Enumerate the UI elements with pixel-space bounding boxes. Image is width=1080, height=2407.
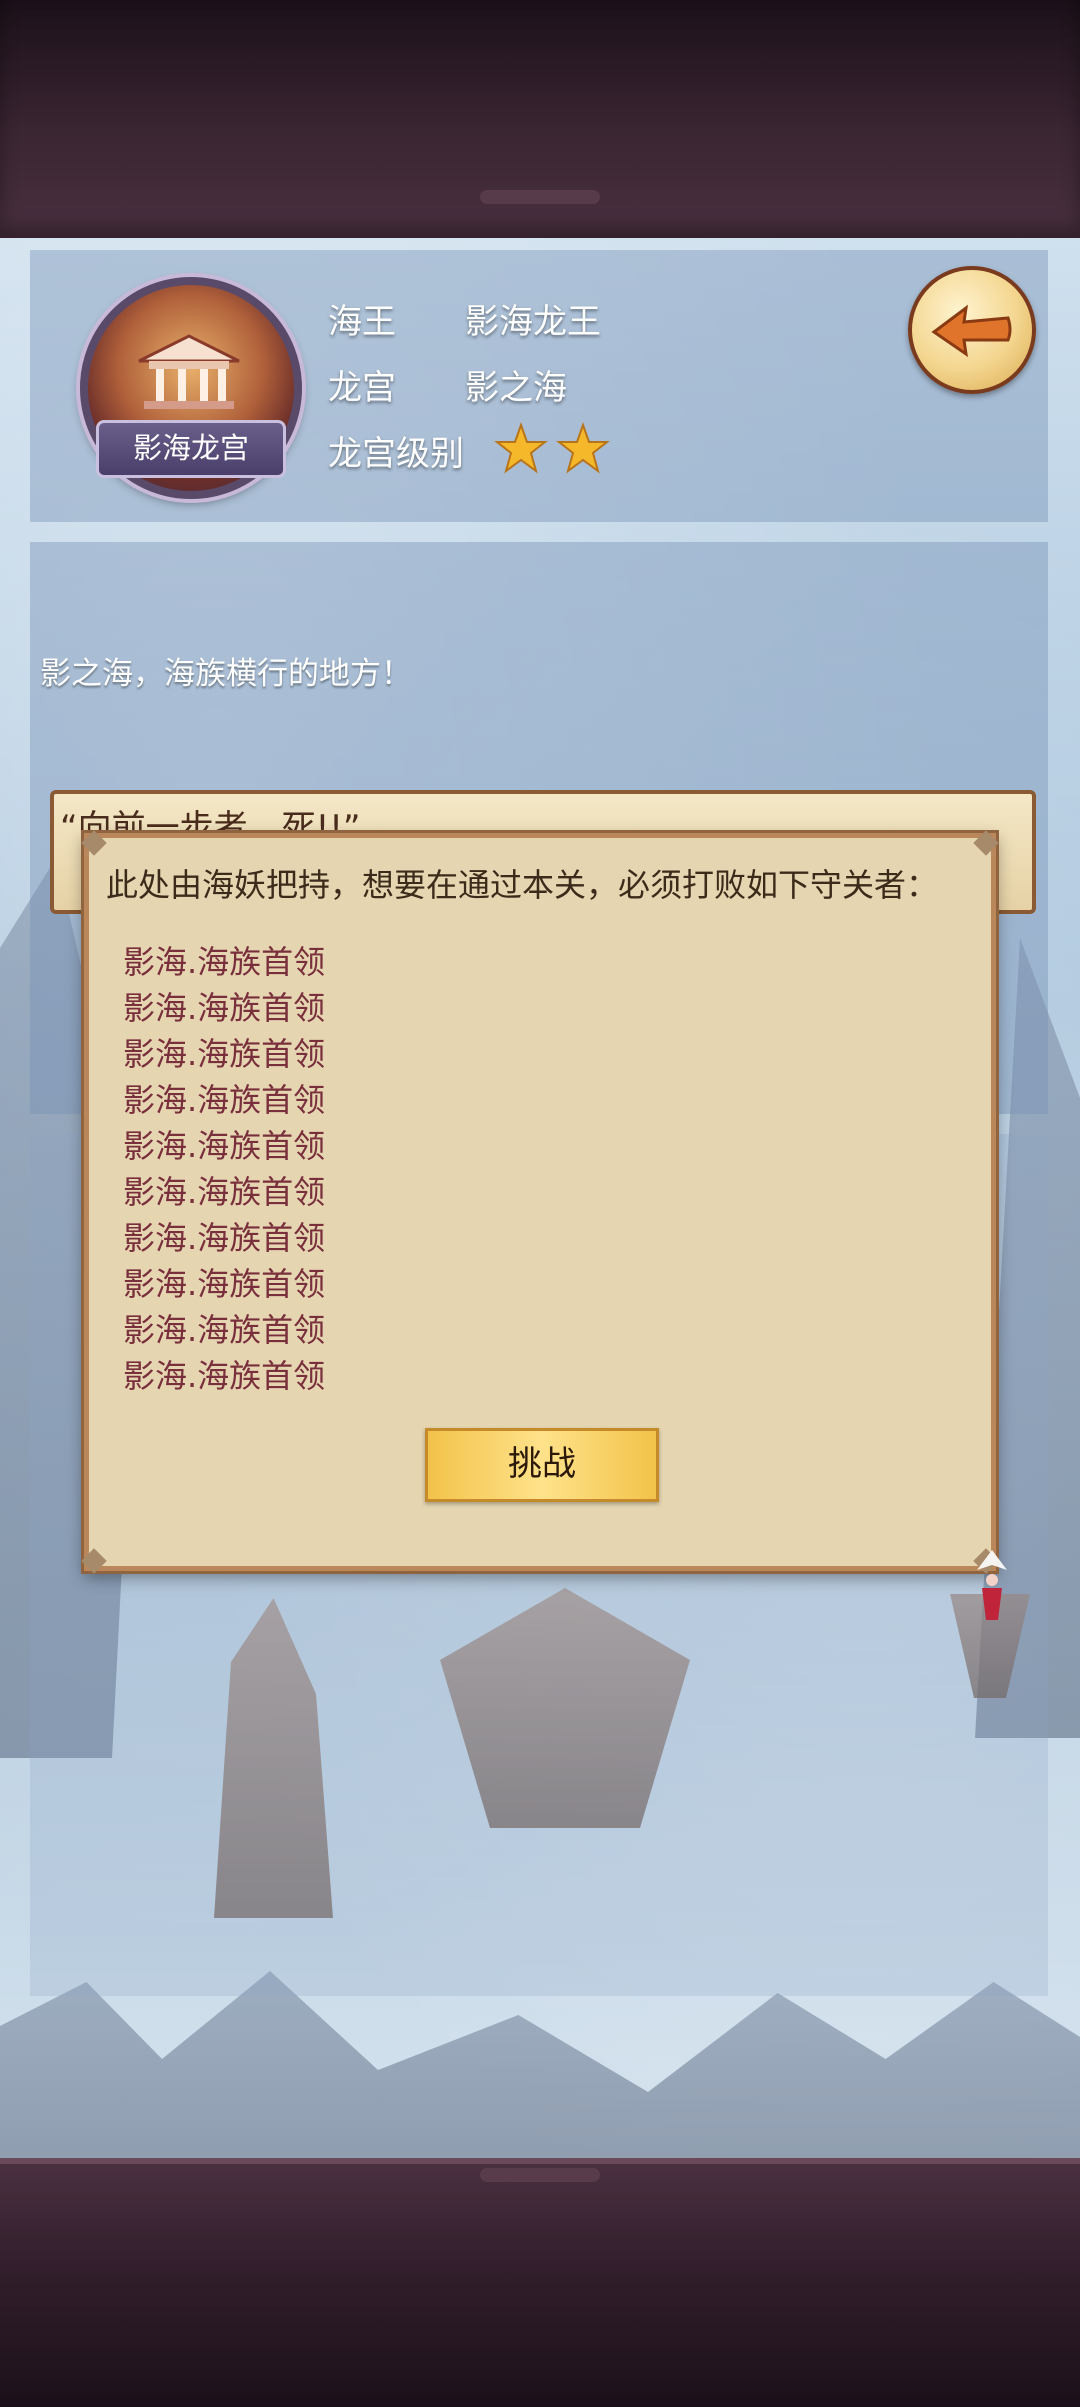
star-icon: [494, 422, 548, 474]
guardian-item: 影海.海族首领: [123, 989, 326, 1027]
guardian-item: 影海.海族首领: [123, 943, 326, 981]
back-arrow-icon: [931, 304, 1012, 358]
guardian-item: 影海.海族首领: [123, 1219, 326, 1257]
emblem-label: 影海龙宫: [96, 420, 286, 478]
bottom-ornament: [480, 2168, 600, 2182]
guardian-item: 影海.海族首领: [123, 1265, 326, 1303]
guardian-item: 影海.海族首领: [123, 1127, 326, 1165]
description-text: 影之海，海族横行的地方！: [40, 656, 412, 692]
challenge-button[interactable]: 挑战: [425, 1428, 659, 1502]
palace-icon: [138, 334, 240, 409]
corner-ornament: [81, 830, 107, 856]
back-button[interactable]: [908, 266, 1036, 394]
star-icon: [556, 422, 610, 474]
top-frame-bar: [0, 0, 1080, 244]
guardian-item: 影海.海族首领: [123, 1357, 326, 1395]
guardian-item: 影海.海族首领: [123, 1173, 326, 1211]
guardian-item: 影海.海族首领: [123, 1081, 326, 1119]
sea-king-value: 影海龙王: [465, 302, 601, 342]
palace-value: 影之海: [465, 368, 567, 408]
palace-label: 龙宫: [328, 368, 396, 408]
corner-ornament: [973, 830, 999, 856]
corner-ornament: [81, 1548, 107, 1574]
top-ornament: [480, 190, 600, 204]
sea-king-label: 海王: [328, 302, 396, 342]
palace-level-label: 龙宫级别: [328, 434, 464, 474]
guardian-item: 影海.海族首领: [123, 1035, 326, 1073]
fairy-sprite-icon: [977, 1550, 1007, 1620]
dialog-title: 此处由海妖把持，想要在通过本关，必须打败如下守关者：: [106, 866, 939, 904]
bottom-frame-bar: [0, 2158, 1080, 2407]
guardian-item: 影海.海族首领: [123, 1311, 326, 1349]
